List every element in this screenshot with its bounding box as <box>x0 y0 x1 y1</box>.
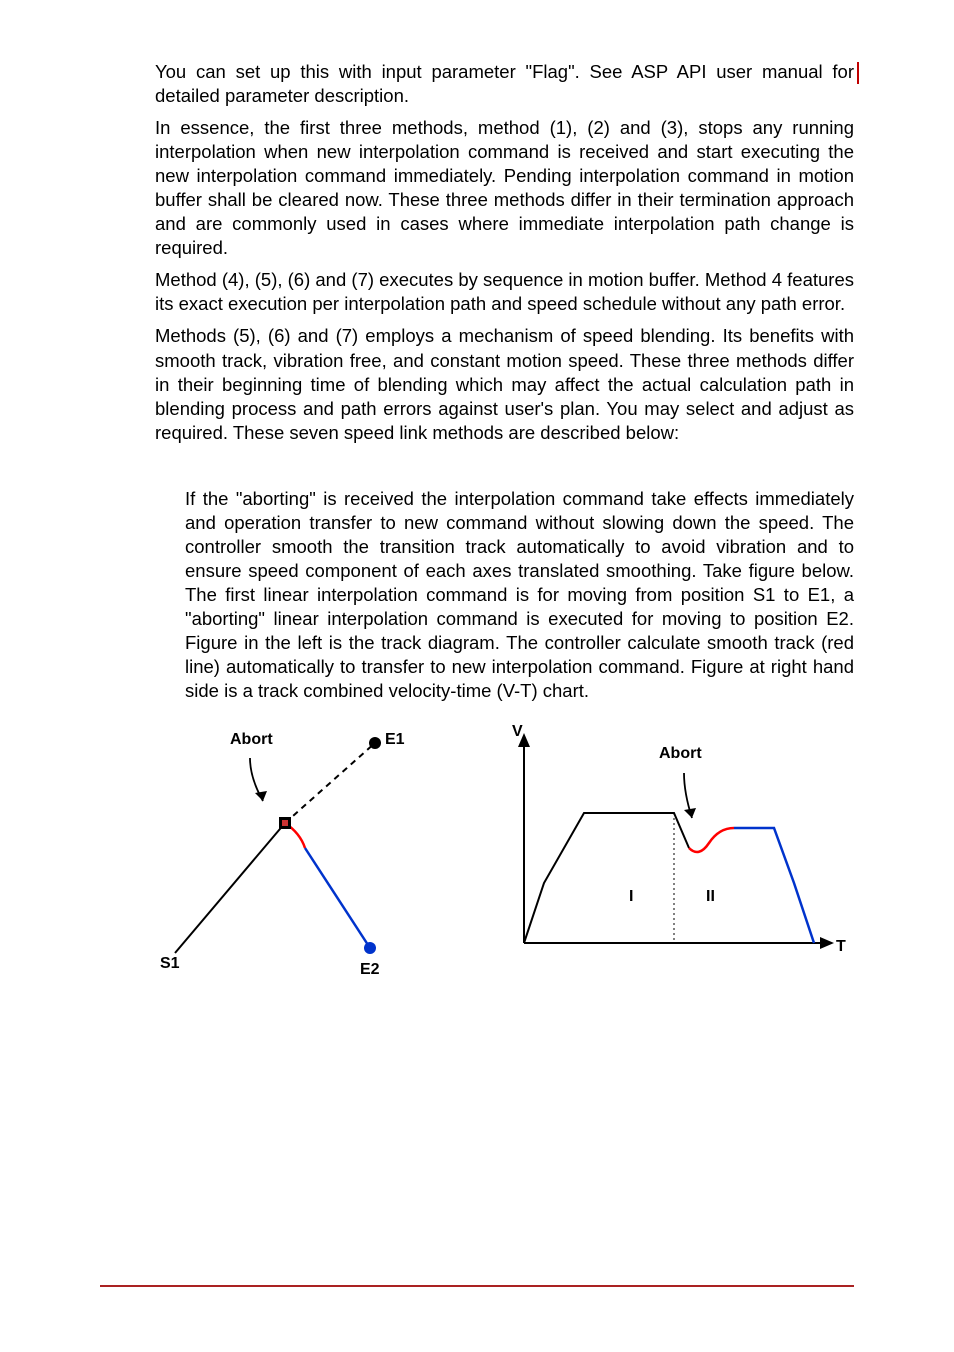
aborting-section: If the "aborting" is received the interp… <box>155 487 854 983</box>
paragraph-aborting: If the "aborting" is received the interp… <box>155 487 854 703</box>
track-svg <box>155 723 485 983</box>
label-s1: S1 <box>160 955 180 973</box>
label-t: T <box>836 938 846 956</box>
paragraph-flag: You can set up this with input parameter… <box>155 60 854 108</box>
vt-chart: V Abort I II T <box>494 723 854 983</box>
diagram-row: Abort E1 S1 E2 <box>155 723 854 983</box>
label-abort-right: Abort <box>659 745 702 763</box>
paragraph-methods-4567: Method (4), (5), (6) and (7) executes by… <box>155 268 854 316</box>
paragraph-methods-123: In essence, the first three methods, met… <box>155 116 854 260</box>
label-e2: E2 <box>360 961 380 979</box>
label-v: V <box>512 723 523 741</box>
label-ii: II <box>706 888 715 906</box>
label-e1: E1 <box>385 731 405 749</box>
footer-rule <box>100 1285 854 1287</box>
paragraph-methods-567: Methods (5), (6) and (7) employs a mecha… <box>155 324 854 444</box>
label-i: I <box>629 888 633 906</box>
page-content: You can set up this with input parameter… <box>0 0 954 1023</box>
label-abort-left: Abort <box>230 731 273 749</box>
track-diagram: Abort E1 S1 E2 <box>155 723 485 983</box>
cursor-mark <box>857 62 859 84</box>
